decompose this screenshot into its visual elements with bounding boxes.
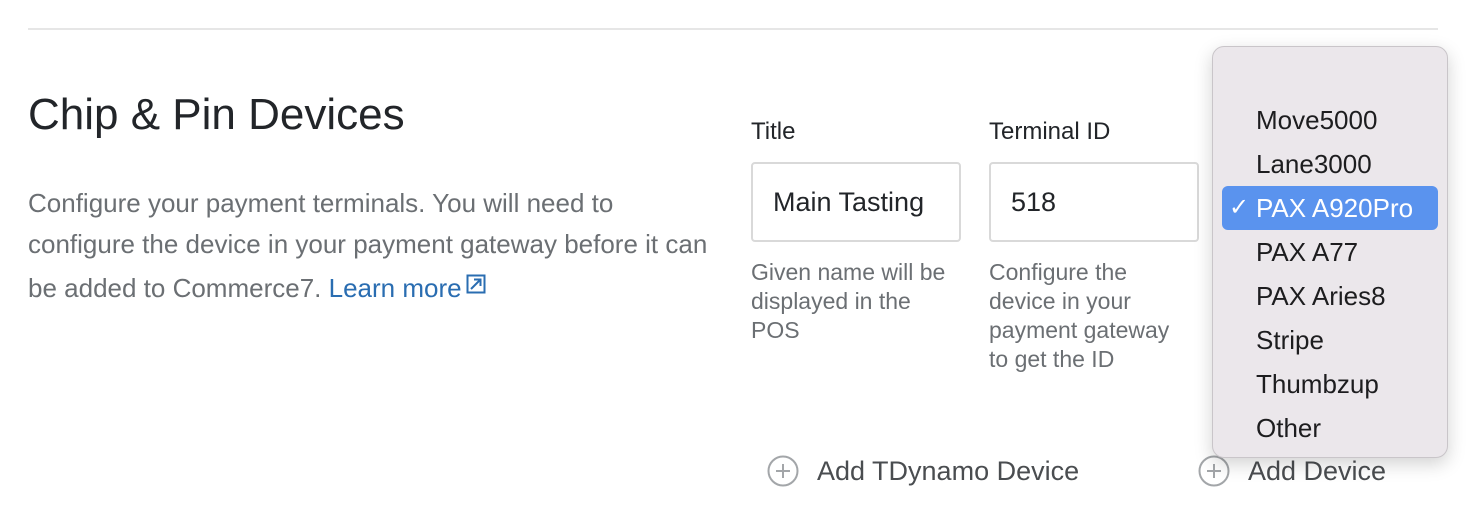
device-option[interactable]: PAX A77 [1222,230,1438,274]
device-option-label: PAX A77 [1256,237,1359,267]
device-option[interactable]: PAX Aries8 [1222,274,1438,318]
external-link-icon [466,265,486,306]
device-option[interactable]: Thumbzup [1222,362,1438,406]
device-option[interactable]: ✓ PAX A920Pro [1222,186,1438,230]
device-option-label: Stripe [1256,325,1324,355]
terminal-id-input[interactable] [989,162,1199,242]
plus-circle-icon [1198,455,1230,487]
title-help-text: Given name will be displayed in the POS [751,259,946,343]
device-option[interactable]: Lane3000 [1222,142,1438,186]
device-type-dropdown-menu: Move5000 Lane3000 ✓ PAX A920Pro PAX A77 PAX A… [1212,46,1448,458]
device-option-label: PAX Aries8 [1256,281,1386,311]
terminal-id-label: Terminal ID [989,118,1111,145]
device-option-label: Thumbzup [1256,369,1379,399]
plus-circle-icon [767,455,799,487]
learn-more-link[interactable]: Learn more [329,273,486,303]
device-option-label: Other [1256,413,1322,443]
device-option[interactable]: Move5000 [1222,98,1438,142]
section-divider [28,28,1438,30]
device-option-label: PAX A920Pro [1256,193,1414,223]
learn-more-label: Learn more [328,273,462,303]
section-description: Configure your payment terminals. You wi… [28,183,718,309]
checkmark-icon: ✓ [1229,194,1250,221]
section-title: Chip & Pin Devices [28,90,405,139]
terminal-id-field-group: Terminal ID Configure the device in your… [989,116,1199,374]
device-option-label: Lane3000 [1256,149,1372,179]
device-option[interactable]: Stripe [1222,318,1438,362]
device-option[interactable]: Other [1222,406,1438,450]
title-input[interactable] [751,162,961,242]
device-option-label: Move5000 [1256,105,1378,135]
title-field-group: Title Given name will be displayed in th… [751,116,961,345]
terminal-id-help-text: Configure the device in your payment gat… [989,259,1170,372]
add-tdynamo-device-label: Add TDynamo Device [817,456,1080,486]
add-tdynamo-device-button[interactable]: Add TDynamo Device [767,452,1079,490]
title-label: Title [751,118,796,145]
